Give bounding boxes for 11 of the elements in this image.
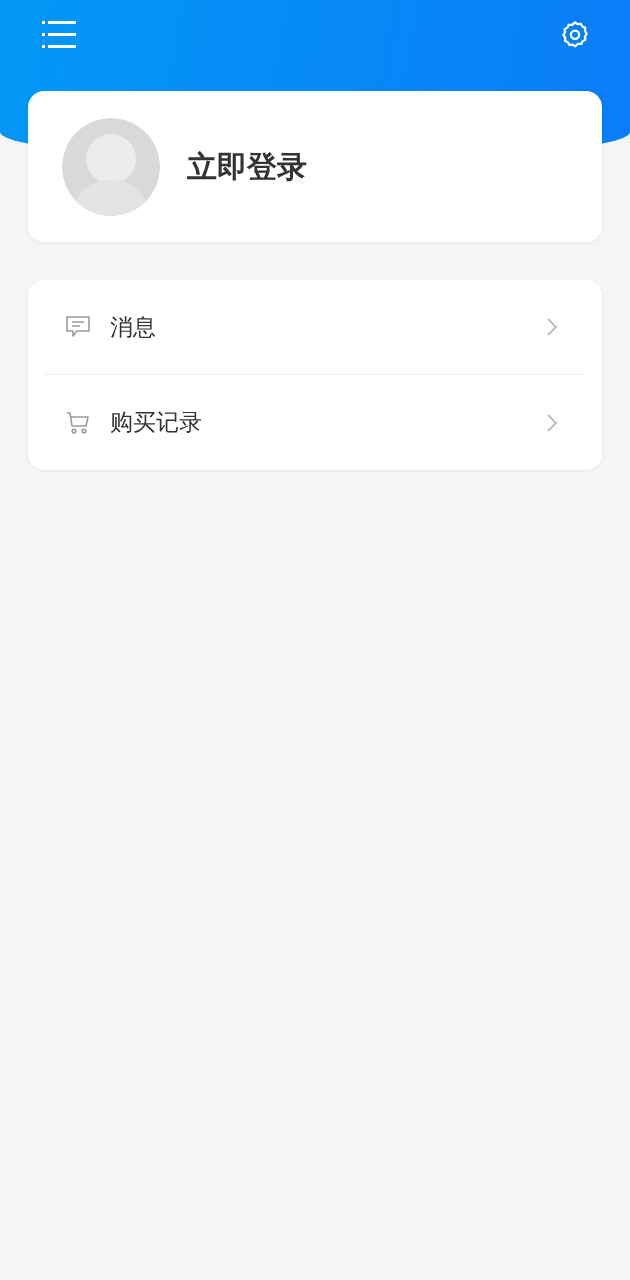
settings-button[interactable] (560, 20, 590, 50)
chevron-icon (546, 317, 558, 337)
menu-item[interactable]: 购买记录 (44, 375, 586, 470)
login-link[interactable]: 立即登录 (187, 144, 307, 189)
cart-icon (66, 411, 90, 434)
chevron-icon (546, 412, 558, 433)
menu-item[interactable]: 消息 (44, 280, 586, 375)
settings-icon (560, 20, 590, 50)
menu-icon (42, 20, 76, 50)
message-icon (66, 316, 90, 338)
menu-button[interactable] (42, 20, 76, 50)
